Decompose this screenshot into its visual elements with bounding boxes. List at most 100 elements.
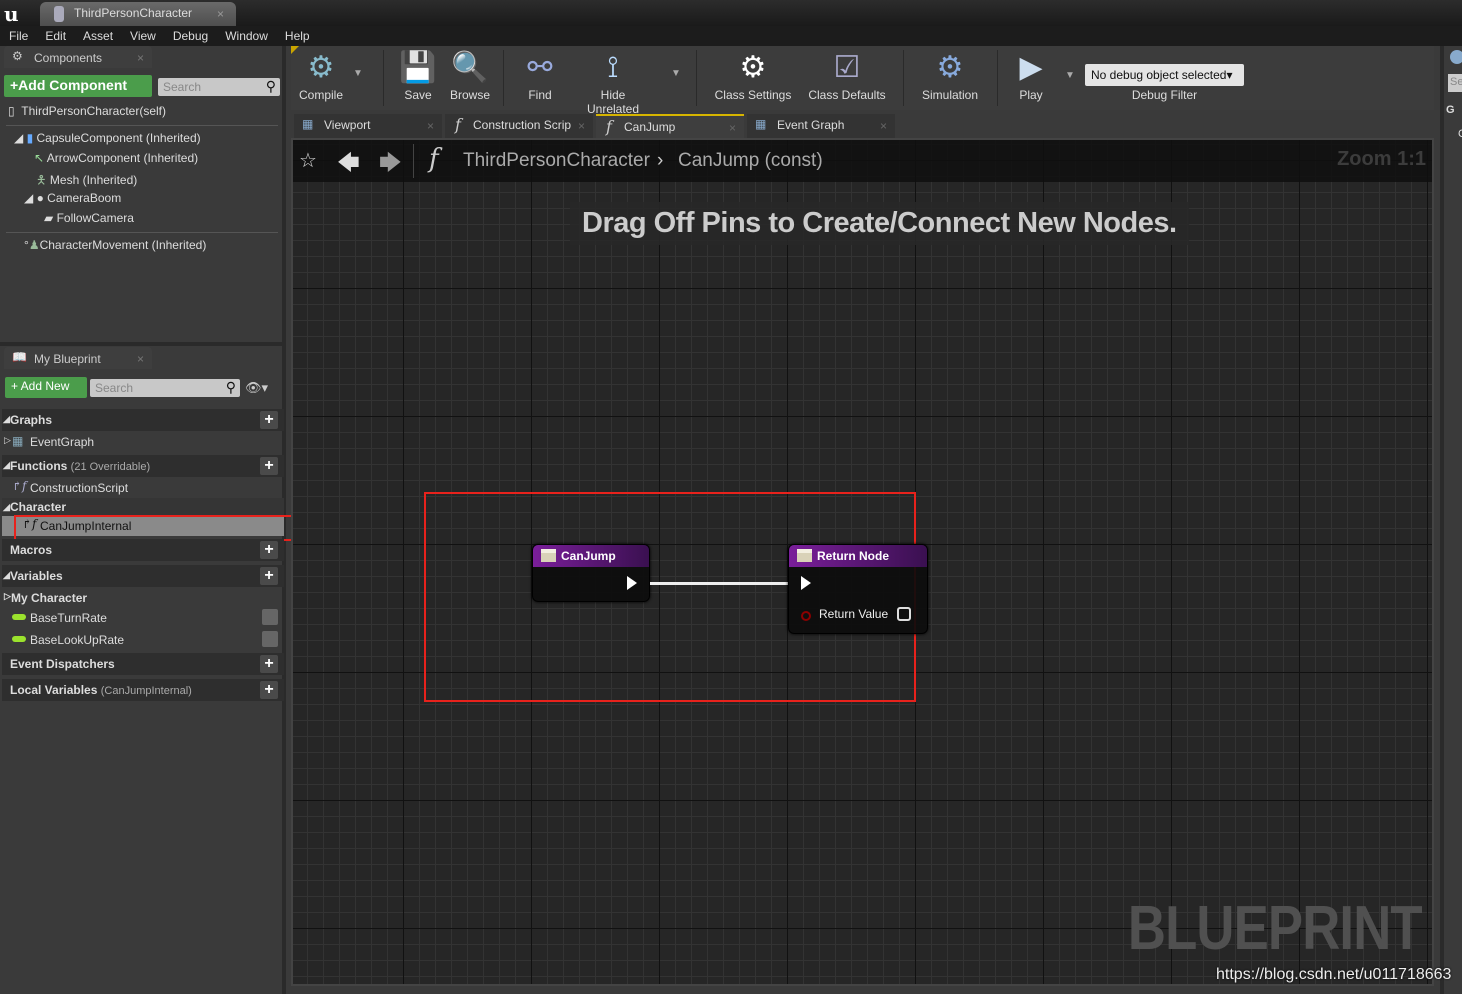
- exec-wire: [650, 582, 788, 585]
- menu-edit[interactable]: Edit: [36, 26, 74, 46]
- blueprint-search-input[interactable]: Search ⚲: [90, 379, 240, 397]
- back-arrow-icon[interactable]: 🡄: [337, 146, 360, 184]
- blueprint-icon: [54, 6, 64, 22]
- self-item[interactable]: ▯ ThirdPersonCharacter(self): [8, 104, 166, 118]
- browse-button[interactable]: 🔍 Browse: [445, 46, 495, 102]
- compile-options-dropdown[interactable]: ▼: [353, 68, 363, 79]
- category-label: Character: [10, 500, 67, 514]
- function-node-icon: [797, 549, 812, 562]
- menu-view[interactable]: View: [121, 26, 164, 46]
- search-icon: ⚲: [225, 379, 236, 395]
- close-icon[interactable]: ×: [729, 121, 736, 135]
- section-macros[interactable]: Macros +: [2, 539, 284, 561]
- section-event-dispatchers[interactable]: Event Dispatchers +: [2, 653, 284, 675]
- menu-help[interactable]: Help: [276, 26, 318, 46]
- tab-construction-script[interactable]: f Construction Scrip ×: [445, 114, 593, 138]
- add-function-button[interactable]: +: [260, 457, 278, 475]
- forward-arrow-icon[interactable]: 🡆: [379, 146, 402, 184]
- item-constructionscript[interactable]: ↱f ConstructionScript: [2, 478, 284, 498]
- my-blueprint-tab[interactable]: 📖 My Blueprint ×: [4, 347, 152, 369]
- add-graph-button[interactable]: +: [260, 411, 278, 429]
- section-local-variables[interactable]: Local Variables (CanJumpInternal) +: [2, 679, 284, 701]
- section-functions[interactable]: ◢ Functions (21 Overridable) +: [2, 455, 284, 477]
- save-floppy-icon: 💾: [399, 51, 437, 84]
- add-component-button[interactable]: +Add Component: [4, 75, 152, 97]
- add-macro-button[interactable]: +: [260, 541, 278, 559]
- breadcrumb-class[interactable]: ThirdPersonCharacter: [463, 150, 650, 172]
- close-icon[interactable]: ×: [137, 352, 144, 366]
- tree-item-cameraboom[interactable]: ◢ ● CameraBoom: [24, 191, 121, 205]
- document-tab[interactable]: ThirdPersonCharacter ×: [40, 2, 236, 26]
- tree-item-arrow[interactable]: ↖ ArrowComponent (Inherited): [34, 151, 198, 165]
- close-icon[interactable]: ×: [578, 119, 585, 133]
- return-node[interactable]: Return Node Return Value: [788, 544, 928, 634]
- save-button[interactable]: 💾 Save: [395, 46, 441, 102]
- node-title: CanJump: [561, 549, 616, 563]
- tab-label: Event Graph: [777, 118, 845, 132]
- tab-canjump[interactable]: f CanJump ×: [596, 114, 744, 138]
- browse-label: Browse: [449, 88, 490, 102]
- tab-event-graph[interactable]: ▦ Event Graph ×: [747, 114, 895, 138]
- close-icon[interactable]: ×: [137, 51, 144, 65]
- graph-breadcrumb-bar: ☆ 🡄 🡆 f ThirdPersonCharacter › CanJump (…: [293, 140, 1432, 182]
- add-dispatcher-button[interactable]: +: [260, 655, 278, 673]
- favorite-star-icon[interactable]: ☆: [299, 148, 317, 173]
- category-label: My Character: [11, 591, 88, 605]
- menu-window[interactable]: Window: [216, 26, 276, 46]
- tab-viewport[interactable]: ▦ Viewport ×: [294, 114, 442, 138]
- debug-object-select[interactable]: No debug object selected▾: [1085, 64, 1244, 86]
- category-my-character[interactable]: ▷ My Character: [2, 588, 284, 608]
- tree-label: CharacterMovement (Inherited): [39, 238, 207, 252]
- category-character[interactable]: ◢ Character: [2, 498, 284, 516]
- details-search-input[interactable]: Se: [1448, 74, 1462, 92]
- divider: [6, 232, 278, 233]
- graph-canvas[interactable]: ☆ 🡄 🡆 f ThirdPersonCharacter › CanJump (…: [291, 138, 1434, 986]
- tree-item-charactermovement[interactable]: °♟CharacterMovement (Inherited): [24, 238, 206, 252]
- blueprint-watermark: BLUEPRINT: [1128, 894, 1423, 963]
- menu-debug[interactable]: Debug: [164, 26, 216, 46]
- close-icon[interactable]: ×: [880, 119, 887, 133]
- eye-view-options-icon[interactable]: 👁▾: [245, 380, 268, 396]
- section-variables[interactable]: ◢ Variables +: [2, 565, 284, 587]
- close-icon[interactable]: ×: [217, 7, 224, 21]
- simulation-icon: ⚙: [936, 51, 964, 84]
- play-options-dropdown[interactable]: ▼: [1065, 70, 1075, 81]
- tree-item-mesh[interactable]: 🯅 Mesh (Inherited): [36, 171, 137, 192]
- exec-input-pin[interactable]: [801, 576, 811, 590]
- item-eventgraph[interactable]: ▷ ▦ EventGraph: [2, 432, 284, 452]
- bool-input-pin[interactable]: [801, 611, 811, 621]
- document-tab-label: ThirdPersonCharacter: [74, 6, 193, 20]
- class-settings-icon: ⚙: [739, 51, 767, 84]
- add-variable-button[interactable]: +: [260, 567, 278, 585]
- menu-asset[interactable]: Asset: [74, 26, 121, 46]
- simulation-button[interactable]: ⚙ Simulation: [917, 46, 983, 102]
- return-value-checkbox[interactable]: [897, 607, 911, 621]
- section-label: Macros: [10, 543, 53, 557]
- tree-item-followcamera[interactable]: ▰ FollowCamera: [44, 211, 134, 225]
- class-settings-button[interactable]: ⚙ Class Settings: [711, 46, 795, 102]
- variable-baselookuprate[interactable]: BaseLookUpRate: [2, 630, 284, 650]
- variable-baseturnrate[interactable]: BaseTurnRate: [2, 608, 284, 628]
- play-button[interactable]: ▶ Play: [1007, 46, 1055, 102]
- debug-object-value: No debug object selected: [1091, 68, 1227, 82]
- self-label: ThirdPersonCharacter(self): [21, 104, 166, 118]
- find-button[interactable]: ⚯ Find: [515, 46, 565, 102]
- function-entry-node[interactable]: CanJump: [532, 544, 650, 602]
- hide-unrelated-dropdown[interactable]: ▼: [671, 68, 681, 79]
- class-defaults-label: Class Defaults: [808, 88, 886, 102]
- add-new-button[interactable]: + Add New: [5, 377, 87, 398]
- class-defaults-button[interactable]: ☑ Class Defaults: [805, 46, 889, 102]
- components-tab[interactable]: ⚙ Components ×: [4, 46, 152, 68]
- add-local-variable-button[interactable]: +: [260, 681, 278, 699]
- menu-file[interactable]: File: [0, 26, 36, 46]
- hide-unrelated-button[interactable]: ⟟ Hide Unrelated: [573, 46, 653, 116]
- section-graphs[interactable]: ◢ Graphs +: [2, 409, 284, 431]
- compile-button[interactable]: ⚙ Compile: [295, 46, 347, 102]
- tree-item-capsule[interactable]: ◢ ▮ CapsuleComponent (Inherited): [14, 131, 201, 145]
- components-search-input[interactable]: Search ⚲: [158, 78, 280, 96]
- close-icon[interactable]: ×: [427, 119, 434, 133]
- exec-output-pin[interactable]: [627, 576, 637, 590]
- node-title: Return Node: [817, 549, 889, 563]
- visibility-eye-closed-icon[interactable]: [262, 631, 278, 647]
- visibility-eye-closed-icon[interactable]: [262, 609, 278, 625]
